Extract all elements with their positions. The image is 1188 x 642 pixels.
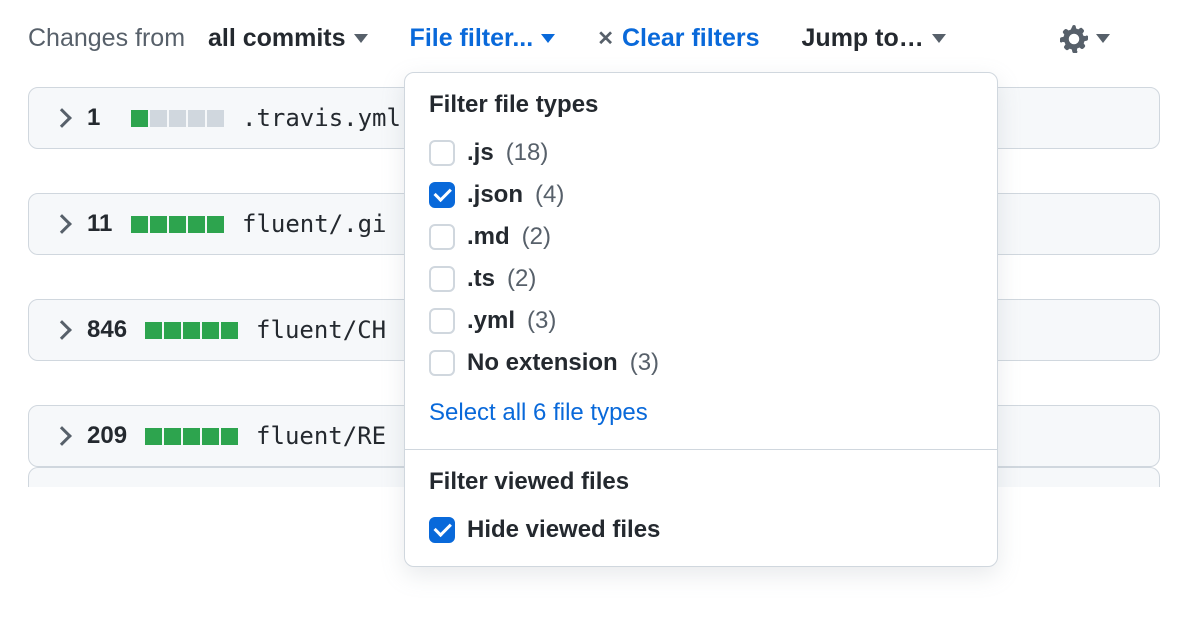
clear-filters-label: Clear filters	[622, 24, 760, 53]
hide-viewed-label: Hide viewed files	[467, 516, 660, 544]
clear-filters-button[interactable]: ✕ Clear filters	[597, 24, 759, 53]
file-type-ext: .ts	[467, 265, 495, 293]
caret-down-icon	[932, 34, 946, 43]
diff-settings-menu[interactable]	[1060, 25, 1110, 53]
file-type-ext: .js	[467, 139, 494, 167]
file-type-count: (2)	[507, 265, 536, 293]
changes-prefix: Changes from	[28, 24, 185, 53]
file-type-filter-row[interactable]: .md (2)	[429, 223, 973, 251]
changes-scope: all commits	[208, 24, 346, 53]
select-all-types-link[interactable]: Select all 6 file types	[429, 399, 973, 427]
caret-down-icon	[354, 34, 368, 43]
checkbox-icon	[429, 350, 455, 376]
file-filter-menu[interactable]: File filter...	[410, 24, 556, 53]
file-type-ext: .json	[467, 181, 523, 209]
jump-to-label: Jump to…	[802, 24, 924, 53]
close-icon: ✕	[597, 26, 614, 51]
caret-down-icon	[1096, 34, 1110, 43]
file-type-ext: No extension	[467, 349, 618, 377]
checkbox-icon	[429, 266, 455, 292]
diff-toolbar: Changes from all commits File filter... …	[28, 24, 1160, 53]
file-filter-dropdown: Filter file types .js (18) .json (4) .md (…	[404, 72, 998, 567]
file-filter-label: File filter...	[410, 24, 534, 53]
diff-stat-blocks	[131, 110, 224, 127]
checkbox-icon	[429, 308, 455, 334]
diff-stat-blocks	[145, 322, 238, 339]
checkbox-icon	[429, 140, 455, 166]
gear-icon	[1060, 25, 1088, 53]
change-count: 209	[87, 422, 127, 450]
file-type-filter-row[interactable]: .json (4)	[429, 181, 973, 209]
jump-to-menu[interactable]: Jump to…	[802, 24, 946, 53]
checkbox-icon	[429, 517, 455, 543]
file-type-filter-row[interactable]: No extension (3)	[429, 349, 973, 377]
file-type-ext: .md	[467, 223, 510, 251]
file-type-filter-row[interactable]: .js (18)	[429, 139, 973, 167]
diff-stat-blocks	[131, 216, 224, 233]
caret-down-icon	[541, 34, 555, 43]
filter-types-heading: Filter file types	[429, 91, 973, 119]
chevron-right-icon	[52, 214, 72, 234]
file-name: .travis.yml	[242, 104, 401, 132]
change-count: 11	[87, 210, 113, 238]
file-type-count: (4)	[535, 181, 564, 209]
hide-viewed-toggle[interactable]: Hide viewed files	[429, 516, 973, 544]
filter-file-types-section: Filter file types .js (18) .json (4) .md (…	[405, 73, 997, 450]
chevron-right-icon	[52, 320, 72, 340]
file-type-count: (18)	[506, 139, 549, 167]
file-type-filter-row[interactable]: .yml (3)	[429, 307, 973, 335]
checkbox-icon	[429, 182, 455, 208]
change-count: 1	[87, 104, 113, 132]
file-type-count: (3)	[630, 349, 659, 377]
chevron-right-icon	[52, 108, 72, 128]
file-type-filter-row[interactable]: .ts (2)	[429, 265, 973, 293]
change-count: 846	[87, 316, 127, 344]
file-name: fluent/CH	[256, 316, 386, 344]
file-name: fluent/RE	[256, 422, 386, 450]
file-name: fluent/.gi	[242, 210, 387, 238]
chevron-right-icon	[52, 426, 72, 446]
diff-stat-blocks	[145, 428, 238, 445]
checkbox-icon	[429, 224, 455, 250]
filter-viewed-heading: Filter viewed files	[429, 468, 973, 496]
file-type-count: (2)	[522, 223, 551, 251]
file-type-count: (3)	[527, 307, 556, 335]
file-type-ext: .yml	[467, 307, 515, 335]
changes-from-menu[interactable]: Changes from all commits	[28, 24, 368, 53]
filter-viewed-section: Filter viewed files Hide viewed files	[405, 450, 997, 566]
